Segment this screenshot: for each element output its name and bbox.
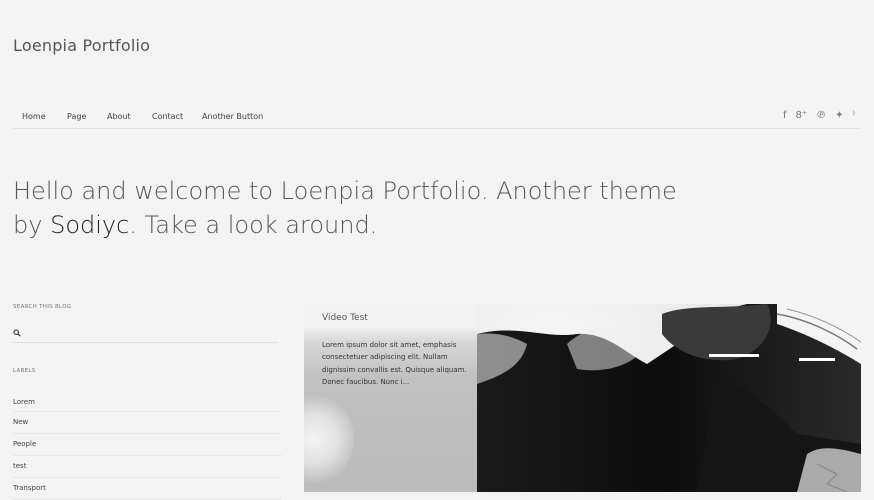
- pinterest-icon[interactable]: ℗: [816, 110, 826, 121]
- labels-heading: LABELS: [13, 368, 36, 374]
- twitter-icon[interactable]: ✦: [835, 110, 843, 121]
- nav-item-page[interactable]: Page: [67, 112, 86, 121]
- nav-item-home[interactable]: Home: [22, 112, 46, 121]
- search-icon: [13, 329, 21, 337]
- label-new[interactable]: New: [13, 412, 282, 434]
- nav-item-about[interactable]: About: [107, 112, 131, 121]
- label-lorem[interactable]: Lorem: [13, 392, 282, 412]
- nav-item-contact[interactable]: Contact: [152, 112, 183, 121]
- facebook-icon[interactable]: f: [783, 110, 787, 121]
- label-transport[interactable]: Transport: [13, 478, 282, 500]
- main-nav: Home Page About Contact Another Button f…: [13, 108, 861, 129]
- search-heading: SEARCH THIS BLOG: [13, 304, 72, 310]
- featured-post[interactable]: Video Test Lorem ipsum dolor sit amet, e…: [304, 304, 861, 492]
- hero-heading: Hello and welcome to Loenpia Portfolio. …: [13, 174, 713, 242]
- labels-list: Lorem New People test Transport: [13, 392, 282, 500]
- post-title[interactable]: Video Test: [322, 313, 368, 323]
- search-input[interactable]: [13, 324, 278, 343]
- nav-item-another-button[interactable]: Another Button: [202, 112, 263, 121]
- rss-icon[interactable]: ⁾: [853, 110, 855, 121]
- social-links: f 8⁺ ℗ ✦ ⁾: [783, 110, 855, 121]
- post-image[interactable]: [477, 304, 861, 492]
- site-title[interactable]: Loenpia Portfolio: [13, 36, 150, 55]
- label-people[interactable]: People: [13, 434, 282, 456]
- hero-text-end: . Take a look around.: [129, 211, 378, 239]
- post-excerpt: Lorem ipsum dolor sit amet, emphasis con…: [322, 341, 467, 386]
- label-test[interactable]: test: [13, 456, 282, 478]
- author-name[interactable]: Sodiyc: [50, 211, 129, 239]
- google-plus-icon[interactable]: 8⁺: [796, 110, 808, 121]
